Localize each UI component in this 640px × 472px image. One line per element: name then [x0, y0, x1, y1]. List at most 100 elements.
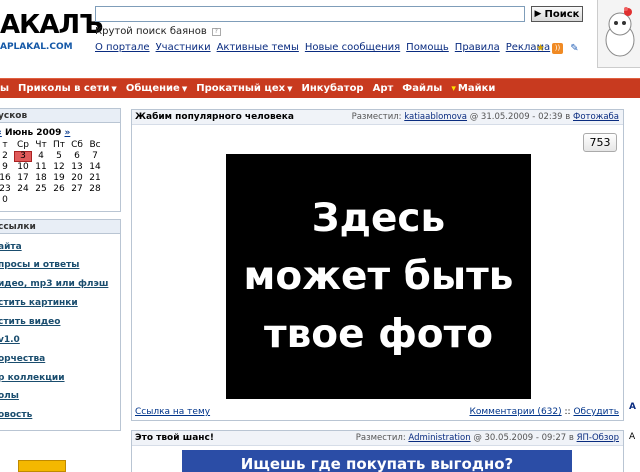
calendar-day[interactable]: 12 — [50, 162, 68, 173]
calendar-day[interactable]: 23 — [0, 184, 14, 195]
tshirt-icon: ▾ — [451, 83, 456, 94]
photo-text-line: Здесь — [311, 195, 446, 241]
star-icon[interactable]: ★ — [535, 43, 546, 54]
post-card-2: Это твой шанс! Разместил: Administration… — [131, 430, 624, 472]
calendar-day[interactable]: 5 — [50, 151, 68, 162]
posted-label: Разместил: — [355, 433, 406, 443]
promo-banner-left[interactable] — [18, 460, 66, 472]
search-input[interactable] — [95, 6, 525, 22]
ad-banner[interactable]: Ищешь где покупать выгодно? — [182, 450, 572, 472]
post-footer-actions: Комментарии (632) :: Обсудить — [470, 407, 620, 417]
calendar-day[interactable]: 17 — [14, 173, 32, 184]
calendar-day[interactable]: 11 — [32, 162, 50, 173]
calendar-day[interactable]: 2 — [0, 151, 14, 162]
calendar-day-today[interactable]: 3 — [14, 151, 32, 162]
link-rules[interactable]: Правила — [455, 42, 500, 53]
nav-item-communication[interactable]: Общение ▼ — [126, 83, 187, 94]
side-link[interactable]: олы — [0, 391, 19, 401]
calendar-day[interactable]: 19 — [50, 173, 68, 184]
calendar-day[interactable]: 24 — [14, 184, 32, 195]
side-link[interactable]: айта — [0, 242, 22, 252]
calendar-day[interactable]: 14 — [86, 162, 104, 173]
side-link[interactable]: орчества — [0, 354, 45, 364]
caret-down-icon: ▼ — [111, 84, 117, 93]
topic-link[interactable]: Ссылка на тему — [135, 407, 210, 417]
side-link[interactable]: идео, mp3 или флэш — [0, 279, 108, 289]
post-image[interactable]: Здесь может быть твое фото — [226, 154, 531, 399]
side-link[interactable]: р коллекции — [0, 373, 65, 383]
calendar-day[interactable]: 16 — [0, 173, 14, 184]
calendar-day[interactable]: 21 — [86, 173, 104, 184]
calendar-day[interactable]: 26 — [50, 184, 68, 195]
site-logo[interactable]: АКАЛЪ APLAKAL.COM — [0, 6, 104, 56]
rss-icon[interactable]: )) — [552, 43, 563, 54]
calendar-week: 2 3 4 5 6 7 — [0, 151, 104, 162]
post2-category-link[interactable]: ЯП-Обзор — [577, 433, 619, 443]
comments-link[interactable]: Комментарии (632) — [470, 407, 562, 417]
calendar-week: 0 — [0, 195, 104, 206]
calendar-day[interactable]: 25 — [32, 184, 50, 195]
side-link[interactable]: просы и ответы — [0, 260, 79, 270]
post2-author-link[interactable]: Administration — [408, 433, 470, 443]
calendar-day[interactable]: 7 — [86, 151, 104, 162]
link-about[interactable]: О портале — [95, 42, 150, 53]
link-new-messages[interactable]: Новые сообщения — [305, 42, 400, 53]
post2-meta: Разместил: Administration @ 30.05.2009 -… — [356, 433, 619, 443]
calendar-prev-link[interactable]: « — [0, 128, 2, 138]
calendar-day[interactable]: 9 — [0, 162, 14, 173]
post2-date: @ 30.05.2009 - 09:27 в — [473, 433, 574, 443]
post-author-link[interactable]: katiaablomova — [404, 112, 467, 122]
nav-label: Общение — [125, 83, 180, 94]
nav-item-fun[interactable]: Приколы в сети ▼ — [18, 83, 117, 94]
search-button[interactable]: ▶ Поиск — [531, 6, 583, 22]
weekday: Пт — [52, 140, 65, 150]
nav-item-rental[interactable]: Прокатный цех ▼ — [196, 83, 292, 94]
calendar-day[interactable]: 27 — [68, 184, 86, 195]
nav-item-shirts[interactable]: ▾ Майки — [451, 83, 495, 94]
calendar-day[interactable]: 4 — [32, 151, 50, 162]
calendar-week: 23 24 25 26 27 28 — [0, 184, 104, 195]
link-active-topics[interactable]: Активные темы — [217, 42, 299, 53]
calendar-day[interactable]: 28 — [86, 184, 104, 195]
side-link[interactable]: стить картинки — [0, 298, 78, 308]
photo-text-line: может быть — [243, 253, 514, 299]
search-button-label: Поиск — [544, 8, 580, 20]
calendar-day[interactable]: 20 — [68, 173, 86, 184]
nav-item-files[interactable]: Файлы — [402, 83, 442, 94]
post2-title[interactable]: Это твой шанс! — [135, 433, 214, 443]
nav-item-partial[interactable]: ы — [0, 83, 9, 94]
calendar-weekdays: т Ср Чт Пт Сб Вс — [0, 140, 104, 151]
pen-icon[interactable]: ✎ — [569, 43, 580, 54]
rating-badge[interactable]: 753 — [583, 133, 617, 152]
links-panel: ссылки айта просы и ответы идео, mp3 или… — [0, 219, 121, 431]
link-members[interactable]: Участники — [156, 42, 211, 53]
calendar-grid: т Ср Чт Пт Сб Вс 2 3 4 5 6 7 9 10 11 12 … — [0, 140, 104, 206]
post-category-link[interactable]: Фотожаба — [573, 112, 619, 122]
posted-label: Разместил: — [351, 112, 402, 122]
nav-label: Приколы в сети — [18, 83, 110, 94]
post2-header: Это твой шанс! Разместил: Administration… — [132, 431, 623, 446]
calendar-next-link[interactable]: » — [64, 128, 70, 138]
nav-label: ы — [0, 83, 10, 94]
calendar-panel-title: усков — [0, 109, 120, 123]
side-link[interactable]: v1.0 — [0, 335, 20, 345]
right-edge-link[interactable]: А — [629, 402, 636, 412]
nav-item-art[interactable]: Арт — [373, 83, 394, 94]
calendar-month-label: Июнь 2009 — [4, 128, 62, 138]
calendar-day[interactable]: 18 — [32, 173, 50, 184]
right-edge-link[interactable]: А — [629, 432, 635, 442]
post-title[interactable]: Жабим популярного человека — [135, 112, 294, 122]
dropdown-hint-icon[interactable]: ? — [211, 27, 221, 36]
calendar-day[interactable]: 13 — [68, 162, 86, 173]
discuss-link[interactable]: Обсудить — [573, 407, 619, 417]
calendar-day[interactable]: 10 — [14, 162, 32, 173]
link-help[interactable]: Помощь — [406, 42, 449, 53]
links-panel-title: ссылки — [0, 220, 120, 234]
calendar-day[interactable]: 6 — [68, 151, 86, 162]
separator: :: — [564, 407, 571, 417]
side-link[interactable]: овость — [0, 410, 32, 420]
nav-item-incubator[interactable]: Инкубатор — [301, 83, 363, 94]
side-link[interactable]: стить видео — [0, 317, 60, 327]
calendar-day[interactable]: 0 — [0, 195, 14, 206]
logo-sub-text: APLAKAL.COM — [0, 42, 73, 52]
